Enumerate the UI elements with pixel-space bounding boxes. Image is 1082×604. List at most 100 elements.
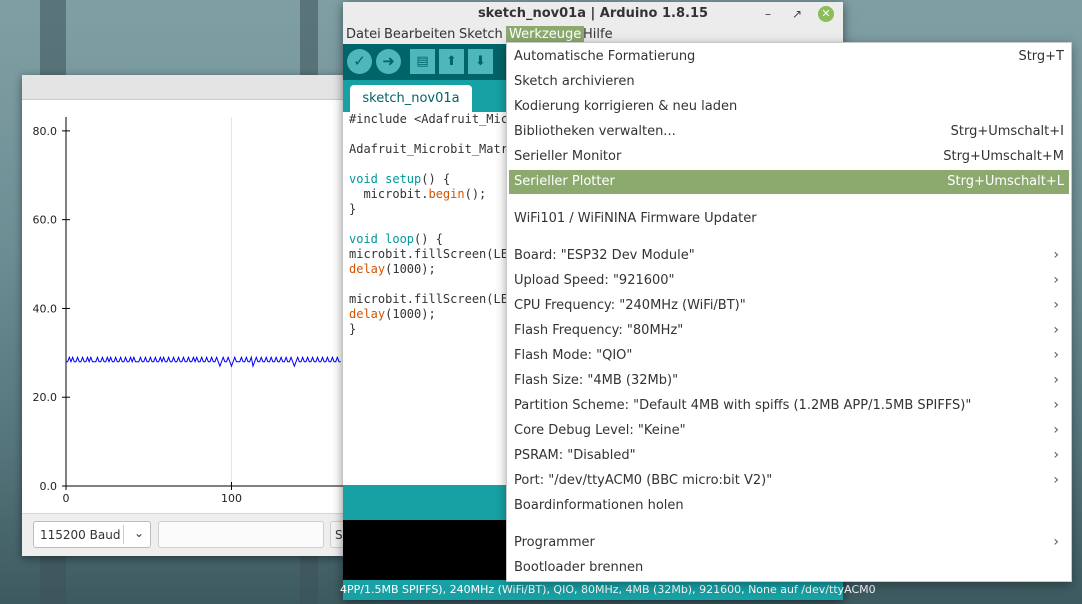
menu-item-label: Boardinformationen holen xyxy=(514,498,684,513)
menu-item-firmware-updater[interactable]: WiFi101 / WiFiNINA Firmware Updater xyxy=(509,207,1069,231)
code-line: } xyxy=(349,322,357,336)
plotter-send-button[interactable]: S xyxy=(330,521,344,548)
x-tick-label: 0 xyxy=(63,492,70,505)
menu-item-shortcut: Strg+T xyxy=(1018,49,1064,64)
plotter-send-input[interactable] xyxy=(158,521,324,548)
code-line: void loop() { xyxy=(349,232,443,246)
y-tick-label: 80.0 xyxy=(33,125,58,138)
menu-item-label: CPU Frequency: "240MHz (WiFi/BT)" xyxy=(514,298,746,313)
select-separator xyxy=(123,525,124,544)
code-line: delay(1000); xyxy=(349,307,436,321)
menu-item-fix-encoding[interactable]: Kodierung korrigieren & neu laden xyxy=(509,95,1069,119)
code-function: delay xyxy=(349,307,386,321)
menu-item-programmer[interactable]: Programmer › xyxy=(509,531,1069,555)
plotter-footer: 115200 Baud ⌄ S xyxy=(22,513,344,556)
menu-item-label: Flash Size: "4MB (32Mb)" xyxy=(514,373,679,388)
code-line: microbit.begin(); xyxy=(349,187,486,201)
y-tick-label: 60.0 xyxy=(33,214,58,227)
menu-item-label: Programmer xyxy=(514,535,595,550)
menu-sketch[interactable]: Sketch xyxy=(456,26,506,44)
chevron-right-icon: › xyxy=(1053,422,1059,438)
chevron-right-icon: › xyxy=(1053,272,1059,288)
menu-item-burn-bootloader[interactable]: Bootloader brennen xyxy=(509,556,1069,580)
code-text: microbit. xyxy=(349,187,429,201)
status-bar: 4PP/1.5MB SPIFFS), 240MHz (WiFi/BT), QIO… xyxy=(340,580,876,600)
menu-item-flash-frequency[interactable]: Flash Frequency: "80MHz" › xyxy=(509,319,1069,343)
menu-datei[interactable]: Datei xyxy=(343,26,384,44)
chevron-right-icon: › xyxy=(1053,447,1059,463)
new-file-icon[interactable]: ▤ xyxy=(410,49,435,74)
maximize-icon[interactable]: ↗ xyxy=(789,6,805,22)
menu-item-label: Automatische Formatierung xyxy=(514,49,696,64)
plotter-titlebar[interactable] xyxy=(22,75,344,100)
menu-item-shortcut: Strg+Umschalt+M xyxy=(943,149,1064,164)
chevron-right-icon: › xyxy=(1053,322,1059,338)
code-function: begin xyxy=(428,187,465,201)
serial-plot-chart: 0.0 20.0 40.0 60.0 80.0 0 100 xyxy=(33,117,344,505)
code-line: microbit.fillScreen(LED xyxy=(349,247,516,261)
save-icon[interactable]: ⬇ xyxy=(468,49,493,74)
open-icon[interactable]: ⬆ xyxy=(439,49,464,74)
menu-item-flash-mode[interactable]: Flash Mode: "QIO" › xyxy=(509,344,1069,368)
menu-item-upload-speed[interactable]: Upload Speed: "921600" › xyxy=(509,269,1069,293)
menu-item-label: Flash Frequency: "80MHz" xyxy=(514,323,684,338)
verify-icon[interactable]: ✓ xyxy=(347,49,372,74)
menu-item-shortcut: Strg+Umschalt+L xyxy=(947,174,1064,189)
code-function: loop xyxy=(377,232,415,246)
menu-item-serial-monitor[interactable]: Serieller Monitor Strg+Umschalt+M xyxy=(509,145,1069,169)
baud-rate-value: 115200 Baud xyxy=(40,528,121,542)
baud-rate-select[interactable]: 115200 Baud ⌄ xyxy=(33,521,151,548)
code-keyword: void xyxy=(349,172,378,186)
tab-sketch[interactable]: sketch_nov01a xyxy=(350,85,472,112)
code-line: void setup() { xyxy=(349,172,450,186)
y-tick-label: 40.0 xyxy=(33,302,58,315)
close-icon[interactable]: ✕ xyxy=(818,6,834,22)
menu-item-label: Bibliotheken verwalten... xyxy=(514,124,676,139)
menu-item-label: WiFi101 / WiFiNINA Firmware Updater xyxy=(514,211,757,226)
menu-item-shortcut: Strg+Umschalt+I xyxy=(950,124,1064,139)
minimize-icon[interactable]: – xyxy=(760,6,776,22)
menu-item-auto-format[interactable]: Automatische Formatierung Strg+T xyxy=(509,45,1069,69)
menu-item-label: Port: "/dev/ttyACM0 (BBC micro:bit V2)" xyxy=(514,473,773,488)
code-line: #include <Adafruit_Micr xyxy=(349,112,516,126)
chevron-right-icon: › xyxy=(1053,534,1059,550)
menu-item-board[interactable]: Board: "ESP32 Dev Module" › xyxy=(509,244,1069,268)
menu-item-psram[interactable]: PSRAM: "Disabled" › xyxy=(509,444,1069,468)
menu-item-port[interactable]: Port: "/dev/ttyACM0 (BBC micro:bit V2)" › xyxy=(509,469,1069,493)
code-line: Adafruit_Microbit_Matri xyxy=(349,142,516,156)
code-text: (1000); xyxy=(385,307,436,321)
menu-item-serial-plotter[interactable]: Serieller Plotter Strg+Umschalt+L xyxy=(509,170,1069,194)
menu-item-cpu-frequency[interactable]: CPU Frequency: "240MHz (WiFi/BT)" › xyxy=(509,294,1069,318)
chevron-right-icon: › xyxy=(1053,372,1059,388)
ide-titlebar[interactable]: sketch_nov01a | Arduino 1.8.15 – ↗ ✕ xyxy=(343,2,843,26)
upload-icon[interactable]: ➜ xyxy=(376,49,401,74)
y-tick-label: 0.0 xyxy=(40,480,58,493)
menu-item-manage-libraries[interactable]: Bibliotheken verwalten... Strg+Umschalt+I xyxy=(509,120,1069,144)
y-tick-label: 20.0 xyxy=(33,391,58,404)
menu-bearbeiten[interactable]: Bearbeiten xyxy=(381,26,458,44)
menu-item-label: Board: "ESP32 Dev Module" xyxy=(514,248,695,263)
code-line: } xyxy=(349,202,357,216)
menu-item-core-debug-level[interactable]: Core Debug Level: "Keine" › xyxy=(509,419,1069,443)
code-function: setup xyxy=(377,172,422,186)
menu-item-label: Sketch archivieren xyxy=(514,74,635,89)
menu-item-label: Flash Mode: "QIO" xyxy=(514,348,633,363)
menu-item-label: PSRAM: "Disabled" xyxy=(514,448,636,463)
menu-item-label: Core Debug Level: "Keine" xyxy=(514,423,686,438)
status-text: 4PP/1.5MB SPIFFS), 240MHz (WiFi/BT), QIO… xyxy=(340,583,876,596)
chevron-right-icon: › xyxy=(1053,297,1059,313)
menu-item-flash-size[interactable]: Flash Size: "4MB (32Mb)" › xyxy=(509,369,1069,393)
menu-item-archive-sketch[interactable]: Sketch archivieren xyxy=(509,70,1069,94)
chevron-right-icon: › xyxy=(1053,247,1059,263)
code-line: delay(1000); xyxy=(349,262,436,276)
tools-dropdown-menu: Automatische Formatierung Strg+T Sketch a… xyxy=(506,42,1072,582)
menu-item-label: Partition Scheme: "Default 4MB with spif… xyxy=(514,398,972,413)
menu-item-label: Bootloader brennen xyxy=(514,560,644,575)
code-line: microbit.fillScreen(LED xyxy=(349,292,516,306)
menu-item-board-info[interactable]: Boardinformationen holen xyxy=(509,494,1069,518)
x-tick-label: 100 xyxy=(221,492,242,505)
code-text: () { xyxy=(414,232,443,246)
menu-item-label: Serieller Monitor xyxy=(514,149,622,164)
menu-item-partition-scheme[interactable]: Partition Scheme: "Default 4MB with spif… xyxy=(509,394,1069,418)
code-keyword: void xyxy=(349,232,378,246)
